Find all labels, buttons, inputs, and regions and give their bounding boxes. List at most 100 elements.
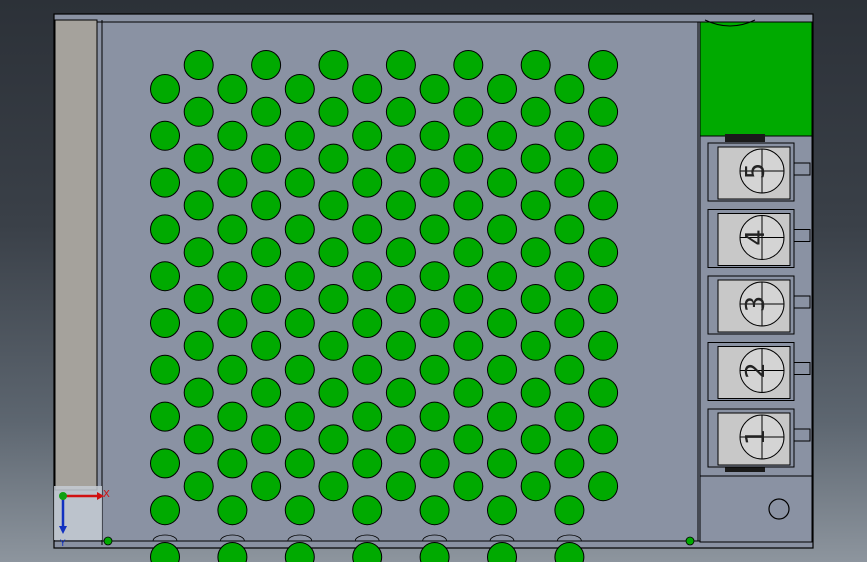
vent-hole (588, 50, 619, 80)
vent-hole (419, 308, 450, 338)
pcb-lower-area (699, 475, 813, 543)
triad-origin-icon (59, 492, 67, 500)
vent-hole (150, 74, 180, 104)
vent-hole (520, 143, 551, 174)
vent-hole (588, 143, 619, 174)
terminal-block-top-cap (725, 134, 765, 142)
vent-hole (284, 167, 315, 198)
vent-hole (419, 261, 450, 292)
vent-hole (251, 143, 282, 174)
vent-hole (318, 377, 349, 408)
vent-hole (251, 377, 282, 408)
vent-hole (150, 308, 180, 338)
vent-hole (554, 354, 585, 385)
left-side-rail (54, 19, 98, 491)
vent-hole (183, 377, 214, 408)
vent-hole (385, 237, 416, 268)
terminal-number-label: 4 (741, 229, 771, 246)
vent-hole (588, 424, 619, 455)
terminal-tab (793, 295, 811, 309)
terminal-tab (793, 428, 811, 442)
vent-hole (352, 308, 383, 338)
triad-y-label: Y (59, 539, 66, 549)
vent-hole (217, 261, 248, 292)
vent-hole (352, 401, 383, 432)
vent-hole (150, 214, 180, 245)
vent-hole (217, 308, 248, 338)
vent-hole (385, 143, 416, 174)
vent-hole (419, 495, 450, 526)
vent-hole (588, 377, 619, 408)
vent-hole (183, 284, 214, 314)
vent-hole (588, 190, 619, 221)
vent-hole (183, 143, 214, 174)
vent-hole (520, 424, 551, 455)
vent-hole (520, 330, 551, 361)
vent-hole (453, 284, 484, 314)
vent-hole (150, 167, 180, 198)
vent-hole (520, 96, 551, 127)
vent-hole (453, 424, 484, 455)
vent-hole (318, 471, 349, 502)
vent-hole (554, 120, 585, 151)
vent-hole (352, 120, 383, 151)
vent-hole (183, 330, 214, 361)
vent-hole (588, 471, 619, 502)
vent-hole (554, 261, 585, 292)
terminal-number-label: 2 (741, 362, 771, 379)
terminal-number-label: 3 (741, 296, 771, 313)
vent-hole (150, 495, 180, 526)
vent-hole (419, 401, 450, 432)
vent-hole (487, 354, 517, 385)
vent-hole (385, 377, 416, 408)
vent-hole (487, 495, 517, 526)
vent-hole (453, 50, 484, 80)
vent-hole (453, 237, 484, 268)
vent-hole (251, 190, 282, 221)
vent-hole (251, 96, 282, 127)
vent-hole (352, 354, 383, 385)
vent-hole (554, 214, 585, 245)
vent-hole (217, 214, 248, 245)
vent-hole (318, 190, 349, 221)
vent-hole (284, 495, 315, 526)
cad-model-viewport[interactable]: 5 4 3 2 1 X Y (0, 0, 867, 562)
vent-hole (385, 471, 416, 502)
vent-hole (554, 308, 585, 338)
vent-hole (453, 330, 484, 361)
vent-hole (520, 50, 551, 80)
vent-hole (318, 50, 349, 80)
vent-hole (453, 96, 484, 127)
vent-hole (419, 167, 450, 198)
vent-hole (453, 471, 484, 502)
vent-hole (352, 74, 383, 104)
terminal-tab (793, 362, 811, 375)
terminal-number-label: 1 (741, 429, 771, 446)
vent-hole (588, 284, 619, 314)
vent-hole (487, 308, 517, 338)
vent-hole (217, 401, 248, 432)
vent-hole (385, 284, 416, 314)
vent-hole (217, 167, 248, 198)
vent-hole (217, 495, 248, 526)
vent-hole (487, 74, 517, 104)
vent-hole (251, 50, 282, 80)
vent-hole (487, 261, 517, 292)
vent-hole (183, 237, 214, 268)
vent-hole (318, 237, 349, 268)
vent-hole (284, 74, 315, 104)
vent-hole (284, 354, 315, 385)
vent-hole (251, 237, 282, 268)
vent-hole (352, 495, 383, 526)
vent-hole (183, 190, 214, 221)
vent-hole (588, 330, 619, 361)
vent-hole (554, 167, 585, 198)
vent-hole (385, 96, 416, 127)
vent-hole (352, 261, 383, 292)
vent-hole (385, 330, 416, 361)
power-supply-model: 5 4 3 2 1 (53, 13, 814, 562)
vent-hole (385, 190, 416, 221)
vent-hole (284, 308, 315, 338)
vent-hole (251, 471, 282, 502)
vent-hole (183, 424, 214, 455)
